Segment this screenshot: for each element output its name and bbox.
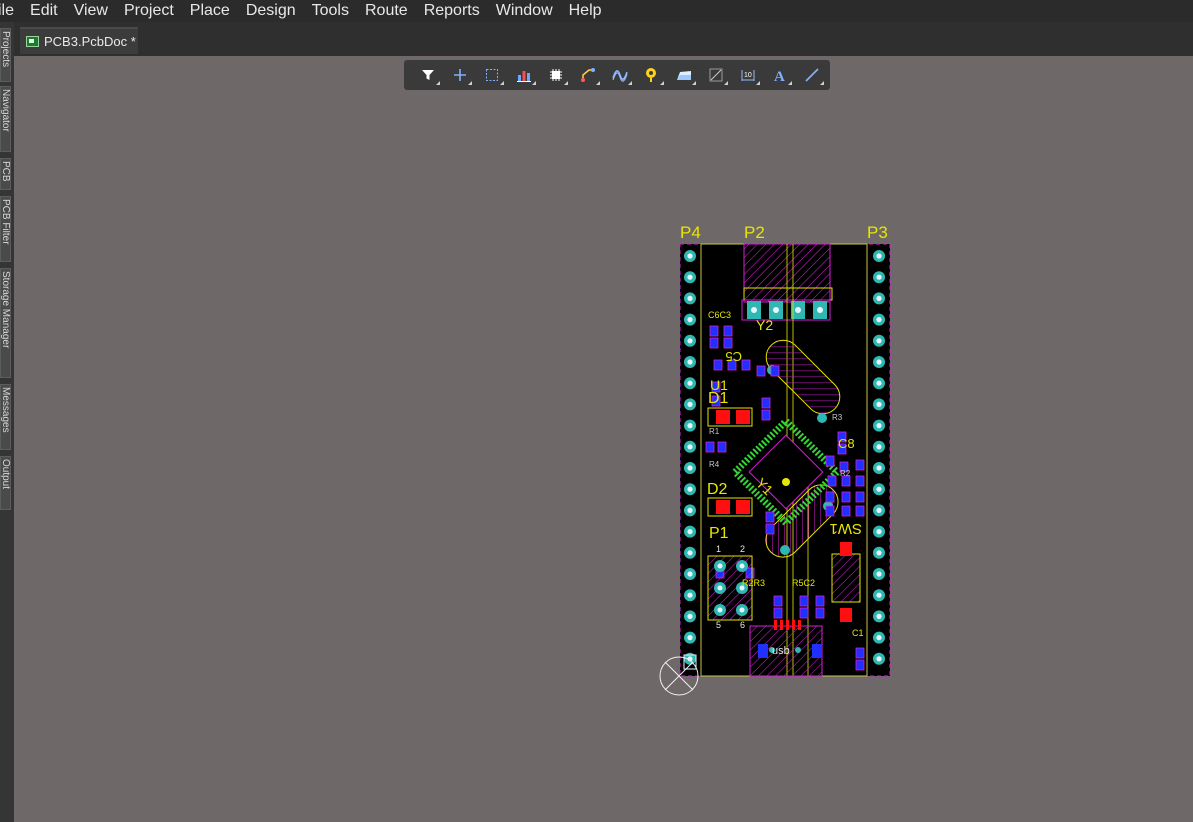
left-panel-tabs: Projects Navigator PCB PCB Filter Storage Ma…	[0, 22, 14, 822]
panel-tab-storage-manager[interactable]: Storage Manager	[0, 268, 11, 378]
route-icon	[581, 68, 595, 82]
cross-add-button[interactable]	[444, 63, 476, 87]
dimension-button[interactable]: 10	[732, 63, 764, 87]
menu-design[interactable]: Design	[238, 1, 304, 21]
via-button[interactable]	[636, 63, 668, 87]
panel-tab-messages[interactable]: Messages	[0, 384, 11, 450]
panel-tab-label: Messages	[0, 387, 11, 433]
menu-help[interactable]: Help	[561, 1, 610, 21]
dropdown-corner-icon	[660, 81, 664, 85]
svg-text:A: A	[774, 69, 785, 83]
panel-tab-pcb[interactable]: PCB	[0, 158, 11, 190]
dropdown-corner-icon	[436, 81, 440, 85]
panel-tab-navigator[interactable]: Navigator	[0, 86, 11, 152]
filter-button[interactable]	[412, 63, 444, 87]
panel-tab-label: PCB Filter	[0, 199, 11, 245]
panel-tab-label: Navigator	[0, 89, 11, 132]
panel-tab-label: Output	[0, 459, 11, 490]
filter-icon	[422, 70, 434, 80]
menu-window[interactable]: Window	[488, 1, 561, 21]
document-tab-bar: PCB3.PcbDoc *	[0, 22, 1193, 56]
panel-tab-pcb-filter[interactable]: PCB Filter	[0, 196, 11, 262]
panel-tab-label: Projects	[0, 31, 11, 68]
cross-add-icon	[454, 69, 466, 81]
rect-button[interactable]	[700, 63, 732, 87]
menu-file[interactable]: ile	[0, 1, 22, 21]
chart-icon	[517, 71, 531, 82]
via-icon	[646, 68, 656, 82]
active-bar-toolbar: 10 A	[404, 60, 830, 90]
menu-reports[interactable]: Reports	[416, 1, 488, 21]
dropdown-corner-icon	[628, 81, 632, 85]
panel-tab-label: PCB	[0, 161, 11, 182]
panel-tab-label: Storage Manager	[0, 271, 11, 349]
select-rect-icon	[486, 69, 498, 81]
dimension-icon: 10	[741, 70, 755, 81]
pcb-document-icon	[26, 36, 39, 47]
dropdown-corner-icon	[788, 81, 792, 85]
dropdown-corner-icon	[564, 81, 568, 85]
dropdown-corner-icon	[756, 81, 760, 85]
component-button[interactable]	[540, 63, 572, 87]
menu-route[interactable]: Route	[357, 1, 416, 21]
chart-button[interactable]	[508, 63, 540, 87]
menu-place[interactable]: Place	[182, 1, 238, 21]
dropdown-corner-icon	[820, 81, 824, 85]
pcb-workspace[interactable]	[14, 56, 1193, 822]
dropdown-corner-icon	[532, 81, 536, 85]
dropdown-corner-icon	[596, 81, 600, 85]
text-icon: A	[774, 69, 785, 83]
menu-tools[interactable]: Tools	[304, 1, 357, 21]
dropdown-corner-icon	[468, 81, 472, 85]
menu-bar: ileEditViewProjectPlaceDesignToolsRouteR…	[0, 0, 1193, 22]
line-button[interactable]	[796, 63, 828, 87]
component-icon	[550, 69, 562, 81]
diff-pair-button[interactable]	[604, 63, 636, 87]
polygon-button[interactable]	[668, 63, 700, 87]
menu-project[interactable]: Project	[116, 1, 182, 21]
route-button[interactable]	[572, 63, 604, 87]
dropdown-corner-icon	[692, 81, 696, 85]
menu-view[interactable]: View	[66, 1, 116, 21]
dropdown-corner-icon	[500, 81, 504, 85]
document-tab[interactable]: PCB3.PcbDoc *	[20, 27, 138, 54]
text-button[interactable]: A	[764, 63, 796, 87]
line-icon	[805, 68, 819, 82]
menu-edit[interactable]: Edit	[22, 1, 66, 21]
rect-icon	[709, 68, 723, 82]
document-tab-label: PCB3.PcbDoc *	[44, 34, 136, 49]
diff-pair-icon	[612, 70, 628, 82]
svg-text:10: 10	[744, 72, 752, 79]
polygon-icon	[677, 71, 691, 80]
panel-tab-output[interactable]: Output	[0, 456, 11, 510]
dropdown-corner-icon	[724, 81, 728, 85]
panel-tab-projects[interactable]: Projects	[0, 28, 11, 82]
select-rect-button[interactable]	[476, 63, 508, 87]
